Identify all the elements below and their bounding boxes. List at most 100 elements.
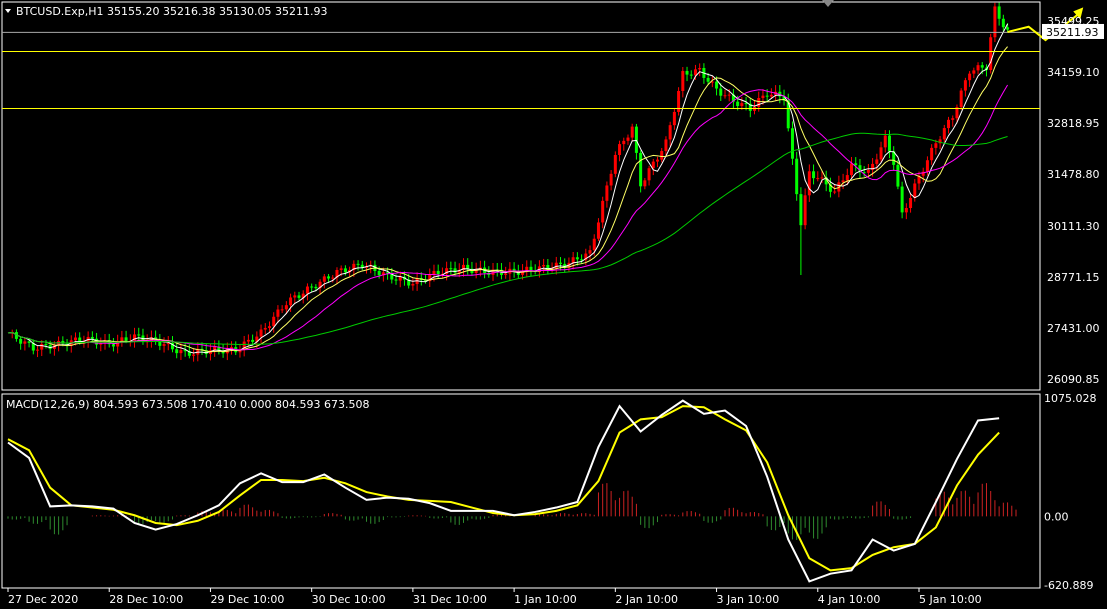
macd-tick-label: 1075.028 bbox=[1044, 392, 1097, 405]
candle-body bbox=[816, 178, 820, 180]
candle-body bbox=[272, 316, 276, 327]
candle-body bbox=[719, 88, 723, 96]
candle-body bbox=[833, 191, 837, 193]
candle-body bbox=[331, 277, 335, 279]
macd-signal-line bbox=[7, 405, 1000, 572]
candle-body bbox=[327, 276, 331, 279]
candle-body bbox=[850, 163, 854, 176]
candle-body bbox=[968, 73, 972, 81]
candle-body bbox=[904, 208, 908, 213]
symbol-readout: BTCUSD.Exp,H1 35155.20 35216.38 35130.05… bbox=[16, 5, 327, 18]
candle-body bbox=[909, 198, 913, 209]
candle-body bbox=[723, 95, 727, 97]
candle-body bbox=[972, 70, 976, 74]
candle-body bbox=[263, 327, 267, 330]
candle-body bbox=[592, 238, 596, 251]
candle-body bbox=[685, 70, 689, 75]
candle-body bbox=[1001, 18, 1005, 28]
sma-long-line bbox=[7, 84, 1008, 351]
candle-body bbox=[19, 338, 23, 344]
macd-panel-frame bbox=[1, 393, 1041, 589]
candle-body bbox=[162, 344, 166, 346]
time-tick-label: 2 Jan 10:00 bbox=[615, 593, 678, 606]
candle-body bbox=[630, 126, 634, 138]
candle-body bbox=[790, 128, 794, 159]
candle-body bbox=[605, 185, 609, 201]
candle-body bbox=[78, 337, 82, 342]
candle-body bbox=[930, 147, 934, 161]
candle-body bbox=[504, 273, 508, 275]
candle-body bbox=[356, 263, 360, 265]
candle-body bbox=[529, 266, 533, 271]
candle-body bbox=[622, 140, 626, 145]
candle-body bbox=[314, 286, 318, 289]
scroll-marker-icon bbox=[822, 0, 834, 7]
candle-body bbox=[997, 6, 1001, 19]
candle-body bbox=[453, 268, 457, 273]
candle-body bbox=[656, 159, 660, 162]
price-tick-label: 30111.30 bbox=[1047, 220, 1100, 233]
candle-body bbox=[647, 168, 651, 181]
current-price-label: 35211.93 bbox=[1046, 26, 1099, 39]
candle-body bbox=[259, 329, 263, 337]
time-tick-label: 30 Dec 10:00 bbox=[312, 593, 386, 606]
candle-body bbox=[812, 171, 816, 179]
price-tick-label: 27431.00 bbox=[1047, 322, 1100, 335]
candle-body bbox=[394, 279, 398, 281]
time-tick-label: 5 Jan 10:00 bbox=[919, 593, 982, 606]
candle-body bbox=[639, 152, 643, 187]
price-tick-label: 32818.95 bbox=[1047, 117, 1100, 130]
candle-body bbox=[989, 37, 993, 71]
candle-body bbox=[596, 222, 600, 239]
candle-body bbox=[841, 180, 845, 183]
candle-body bbox=[251, 339, 255, 342]
candle-body bbox=[875, 159, 879, 164]
candle-body bbox=[137, 334, 141, 336]
candle-body bbox=[613, 154, 617, 174]
candle-body bbox=[660, 151, 664, 160]
candle-body bbox=[913, 183, 917, 199]
candle-body bbox=[765, 95, 769, 97]
candle-body bbox=[436, 270, 440, 275]
candle-body bbox=[280, 309, 284, 311]
price-tick-label: 31478.80 bbox=[1047, 168, 1100, 181]
candle-body bbox=[664, 139, 668, 152]
symbol-dropdown-icon bbox=[5, 9, 11, 13]
price-tick-label: 28771.15 bbox=[1047, 271, 1100, 284]
candle-body bbox=[542, 265, 546, 267]
candle-body bbox=[276, 309, 280, 317]
candle-body bbox=[689, 74, 693, 76]
candle-body bbox=[609, 173, 613, 186]
candle-body bbox=[698, 68, 702, 70]
candle-body bbox=[289, 297, 293, 306]
candle-body bbox=[668, 125, 672, 140]
candle-body bbox=[883, 135, 887, 148]
candle-body bbox=[571, 257, 575, 263]
candle-body bbox=[588, 250, 592, 254]
candle-body bbox=[727, 94, 731, 96]
candle-body bbox=[40, 343, 44, 350]
candle-body bbox=[339, 268, 343, 270]
macd-readout: MACD(12,26,9) 804.593 673.508 170.410 0.… bbox=[6, 398, 369, 411]
candle-body bbox=[736, 101, 740, 107]
candle-body bbox=[322, 276, 326, 282]
candle-body bbox=[803, 195, 807, 226]
candle-body bbox=[377, 271, 381, 276]
candle-body bbox=[343, 268, 347, 273]
candle-body bbox=[799, 194, 803, 226]
candle-body bbox=[879, 147, 883, 160]
candle-body bbox=[310, 286, 314, 288]
candle-body bbox=[854, 163, 858, 166]
price-tick-label: 26090.85 bbox=[1047, 373, 1100, 386]
candle-body bbox=[44, 343, 48, 345]
candle-body bbox=[715, 81, 719, 89]
candle-body bbox=[959, 90, 963, 108]
candle-body bbox=[297, 295, 301, 298]
candle-body bbox=[284, 305, 288, 310]
candle-body bbox=[626, 137, 630, 141]
time-tick-label: 27 Dec 2020 bbox=[8, 593, 78, 606]
candle-body bbox=[23, 341, 27, 344]
candle-body bbox=[672, 111, 676, 126]
candles-group bbox=[10, 2, 1010, 362]
candle-body bbox=[740, 103, 744, 107]
